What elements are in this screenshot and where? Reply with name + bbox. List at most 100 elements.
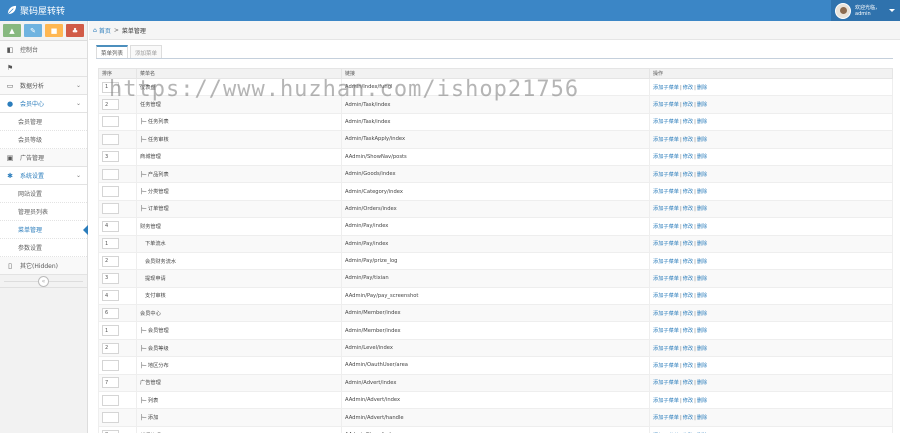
delete-link[interactable]: 删除 bbox=[697, 276, 707, 282]
sidebar-item-data-analysis[interactable]: ▭ 数据分析 ⌄ bbox=[0, 77, 87, 95]
edit-link[interactable]: 修改 bbox=[683, 172, 693, 178]
edit-link[interactable]: 修改 bbox=[683, 224, 693, 230]
sort-order-input[interactable] bbox=[102, 359, 119, 371]
sort-order-input[interactable] bbox=[102, 412, 119, 424]
sidebar-item-dashboard[interactable]: ◧ 控制台 bbox=[0, 41, 87, 59]
sort-order-input[interactable]: 1 bbox=[102, 81, 119, 93]
edit-link[interactable]: 修改 bbox=[683, 346, 693, 352]
sidebar-item-member-manage[interactable]: 会员管理 bbox=[0, 113, 87, 131]
add-submenu-link[interactable]: 添加子菜单 bbox=[653, 259, 679, 265]
edit-link[interactable]: 修改 bbox=[683, 293, 693, 299]
edit-link[interactable]: 修改 bbox=[683, 363, 693, 369]
breadcrumb-home-link[interactable]: 首页 bbox=[99, 26, 111, 35]
add-submenu-link[interactable]: 添加子菜单 bbox=[653, 276, 679, 282]
brand[interactable]: 聚码屋转转 bbox=[6, 3, 65, 18]
delete-link[interactable]: 删除 bbox=[697, 85, 707, 91]
shortcut-button-pencil[interactable]: ✎ bbox=[24, 24, 42, 37]
sidebar-item-member-level[interactable]: 会员等级 bbox=[0, 131, 87, 149]
add-submenu-link[interactable]: 添加子菜单 bbox=[653, 293, 679, 299]
sort-order-input[interactable] bbox=[102, 203, 119, 215]
tab-add-menu[interactable]: 添加菜单 bbox=[130, 45, 163, 59]
sort-order-input[interactable]: 3 bbox=[102, 272, 119, 284]
user-menu[interactable]: 欢迎光临， admin bbox=[831, 0, 900, 21]
add-submenu-link[interactable]: 添加子菜单 bbox=[653, 85, 679, 91]
delete-link[interactable]: 删除 bbox=[697, 119, 707, 125]
shortcut-button-bell[interactable]: ♣ bbox=[66, 24, 84, 37]
edit-link[interactable]: 修改 bbox=[683, 415, 693, 421]
collapse-toggle-icon[interactable]: « bbox=[38, 276, 49, 287]
sidebar-item-hidden[interactable]: ▯ 其它(Hidden) bbox=[0, 257, 87, 275]
add-submenu-link[interactable]: 添加子菜单 bbox=[653, 137, 679, 143]
edit-link[interactable]: 修改 bbox=[683, 276, 693, 282]
edit-link[interactable]: 修改 bbox=[683, 241, 693, 247]
sidebar-item-admin-list[interactable]: 管理员列表 bbox=[0, 203, 87, 221]
sort-order-input[interactable]: 8 bbox=[102, 429, 119, 433]
sort-order-input[interactable] bbox=[102, 394, 119, 406]
sidebar-item-ads[interactable]: ▣ 广告管理 bbox=[0, 149, 87, 167]
delete-link[interactable]: 删除 bbox=[697, 363, 707, 369]
add-submenu-link[interactable]: 添加子菜单 bbox=[653, 363, 679, 369]
add-submenu-link[interactable]: 添加子菜单 bbox=[653, 102, 679, 108]
sidebar-item-settings[interactable]: ✱ 系统设置 ⌄ bbox=[0, 167, 87, 185]
sidebar-item-flag[interactable]: ⚑ bbox=[0, 59, 87, 77]
sidebar-item-site-settings[interactable]: 网站设置 bbox=[0, 185, 87, 203]
sort-order-input[interactable]: 2 bbox=[102, 99, 119, 111]
edit-link[interactable]: 修改 bbox=[683, 137, 693, 143]
edit-link[interactable]: 修改 bbox=[683, 189, 693, 195]
add-submenu-link[interactable]: 添加子菜单 bbox=[653, 311, 679, 317]
edit-link[interactable]: 修改 bbox=[683, 380, 693, 386]
delete-link[interactable]: 删除 bbox=[697, 206, 707, 212]
add-submenu-link[interactable]: 添加子菜单 bbox=[653, 380, 679, 386]
delete-link[interactable]: 删除 bbox=[697, 189, 707, 195]
delete-link[interactable]: 删除 bbox=[697, 241, 707, 247]
sort-order-input[interactable]: 1 bbox=[102, 238, 119, 250]
sort-order-input[interactable] bbox=[102, 186, 119, 198]
edit-link[interactable]: 修改 bbox=[683, 154, 693, 160]
sort-order-input[interactable]: 4 bbox=[102, 290, 119, 302]
add-submenu-link[interactable]: 添加子菜单 bbox=[653, 241, 679, 247]
shortcut-button-chart[interactable]: ▲ bbox=[3, 24, 21, 37]
delete-link[interactable]: 删除 bbox=[697, 311, 707, 317]
sort-order-input[interactable]: 2 bbox=[102, 342, 119, 354]
delete-link[interactable]: 删除 bbox=[697, 293, 707, 299]
delete-link[interactable]: 删除 bbox=[697, 172, 707, 178]
add-submenu-link[interactable]: 添加子菜单 bbox=[653, 346, 679, 352]
add-submenu-link[interactable]: 添加子菜单 bbox=[653, 154, 679, 160]
sort-order-input[interactable]: 4 bbox=[102, 220, 119, 232]
edit-link[interactable]: 修改 bbox=[683, 398, 693, 404]
sort-order-input[interactable]: 7 bbox=[102, 377, 119, 389]
edit-link[interactable]: 修改 bbox=[683, 102, 693, 108]
sidebar-item-member-center[interactable]: ● 会员中心 ⌄ bbox=[0, 95, 87, 113]
add-submenu-link[interactable]: 添加子菜单 bbox=[653, 398, 679, 404]
add-submenu-link[interactable]: 添加子菜单 bbox=[653, 206, 679, 212]
add-submenu-link[interactable]: 添加子菜单 bbox=[653, 172, 679, 178]
edit-link[interactable]: 修改 bbox=[683, 311, 693, 317]
edit-link[interactable]: 修改 bbox=[683, 206, 693, 212]
delete-link[interactable]: 删除 bbox=[697, 398, 707, 404]
add-submenu-link[interactable]: 添加子菜单 bbox=[653, 328, 679, 334]
add-submenu-link[interactable]: 添加子菜单 bbox=[653, 415, 679, 421]
sort-order-input[interactable] bbox=[102, 133, 119, 145]
sort-order-input[interactable] bbox=[102, 116, 119, 128]
tab-menu-list[interactable]: 菜单列表 bbox=[96, 45, 129, 59]
edit-link[interactable]: 修改 bbox=[683, 259, 693, 265]
delete-link[interactable]: 删除 bbox=[697, 102, 707, 108]
sort-order-input[interactable]: 6 bbox=[102, 307, 119, 319]
delete-link[interactable]: 删除 bbox=[697, 346, 707, 352]
delete-link[interactable]: 删除 bbox=[697, 380, 707, 386]
add-submenu-link[interactable]: 添加子菜单 bbox=[653, 119, 679, 125]
sort-order-input[interactable] bbox=[102, 168, 119, 180]
sort-order-input[interactable]: 2 bbox=[102, 255, 119, 267]
add-submenu-link[interactable]: 添加子菜单 bbox=[653, 224, 679, 230]
edit-link[interactable]: 修改 bbox=[683, 119, 693, 125]
delete-link[interactable]: 删除 bbox=[697, 415, 707, 421]
sidebar-item-menu-manage[interactable]: 菜单管理 bbox=[0, 221, 88, 239]
edit-link[interactable]: 修改 bbox=[683, 85, 693, 91]
delete-link[interactable]: 删除 bbox=[697, 224, 707, 230]
sidebar-item-params[interactable]: 参数设置 bbox=[0, 239, 87, 257]
delete-link[interactable]: 删除 bbox=[697, 154, 707, 160]
delete-link[interactable]: 删除 bbox=[697, 137, 707, 143]
add-submenu-link[interactable]: 添加子菜单 bbox=[653, 189, 679, 195]
shortcut-button-users[interactable]: ■ bbox=[45, 24, 63, 37]
delete-link[interactable]: 删除 bbox=[697, 259, 707, 265]
